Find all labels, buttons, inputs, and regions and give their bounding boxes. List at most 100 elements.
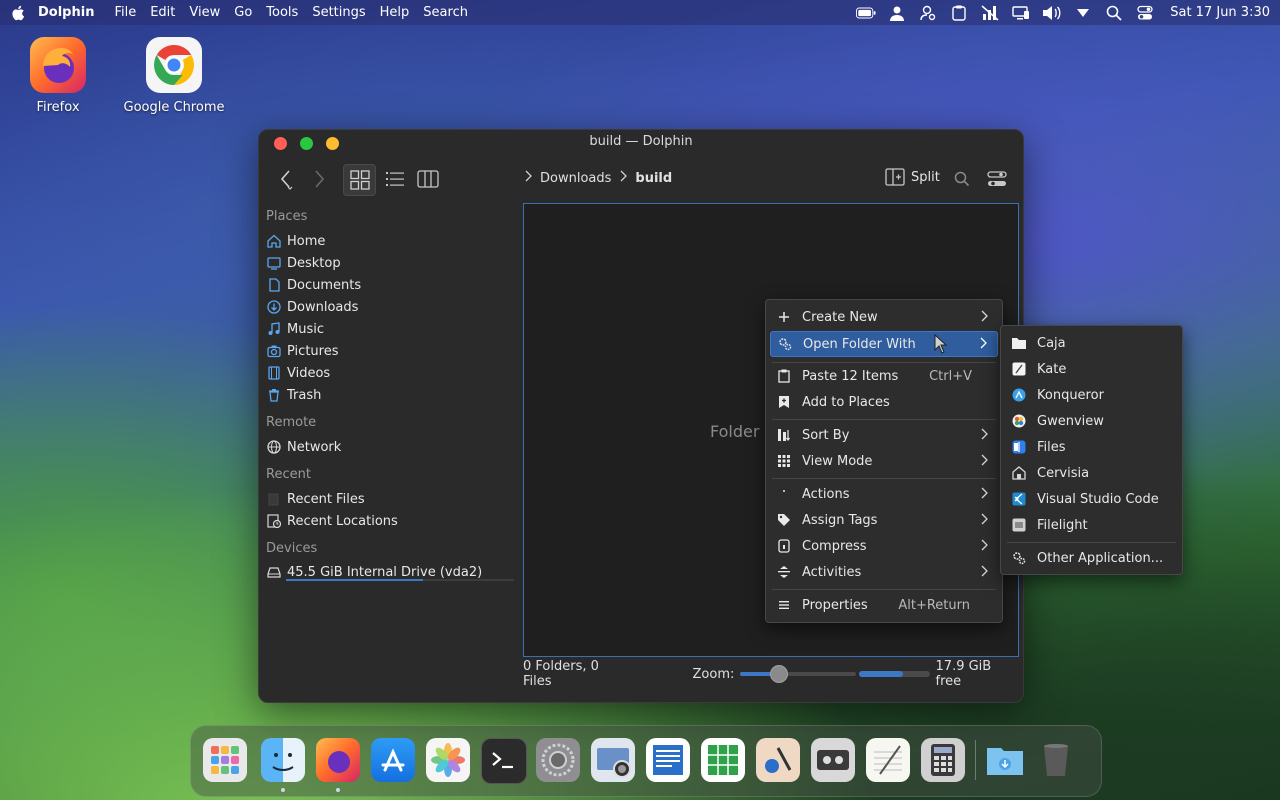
app-item-cervisia[interactable]: Cervisia xyxy=(1005,461,1178,485)
icons-view-button[interactable] xyxy=(343,164,376,196)
menu-tools[interactable]: Tools xyxy=(266,5,298,20)
split-button[interactable]: Split xyxy=(885,168,940,186)
columns-view-button[interactable] xyxy=(414,164,442,194)
menu-item-view-mode[interactable]: View Mode xyxy=(770,449,998,473)
back-button[interactable] xyxy=(273,164,301,194)
menu-item-create-new[interactable]: Create New xyxy=(770,305,998,329)
app-item-gwenview[interactable]: Gwenview xyxy=(1005,409,1178,433)
minimize-button[interactable] xyxy=(326,137,339,150)
breadcrumb-build[interactable]: build xyxy=(635,171,672,186)
sidebar-item-recent-locations[interactable]: Recent Locations xyxy=(267,511,398,531)
disk-space-bar xyxy=(858,671,930,677)
app-item-vscode[interactable]: Visual Studio Code xyxy=(1005,487,1178,511)
sidebar-item-downloads[interactable]: Downloads xyxy=(267,297,358,317)
dock-system-settings-icon[interactable] xyxy=(536,738,580,782)
menu-item-activities[interactable]: Activities xyxy=(770,560,998,584)
dock-screenshot-icon[interactable] xyxy=(591,738,635,782)
app-item-files[interactable]: Files xyxy=(1005,435,1178,459)
network-off-icon[interactable] xyxy=(980,4,1000,21)
app-item-label: Kate xyxy=(1037,361,1067,377)
window-title: build — Dolphin xyxy=(589,134,693,149)
dock-firefox-icon[interactable] xyxy=(316,738,360,782)
dock-finder-icon[interactable] xyxy=(261,738,305,782)
menu-item-actions[interactable]: Actions xyxy=(770,482,998,506)
view-mode-icon xyxy=(776,453,792,469)
menu-item-assign-tags[interactable]: Assign Tags xyxy=(770,508,998,532)
dock-text-editor-icon[interactable] xyxy=(866,738,910,782)
menu-item-paste[interactable]: Paste 12 Items Ctrl+V xyxy=(770,364,998,388)
menu-item-compress[interactable]: Compress xyxy=(770,534,998,558)
sidebar-item-label: Videos xyxy=(287,365,331,381)
control-center-icon[interactable] xyxy=(1135,5,1155,21)
zoom-slider[interactable] xyxy=(740,665,857,683)
menu-item-add-to-places[interactable]: Add to Places xyxy=(770,390,998,414)
menu-settings[interactable]: Settings xyxy=(312,5,365,20)
app-item-caja[interactable]: Caja xyxy=(1005,331,1178,355)
menu-item-label: Create New xyxy=(802,309,878,325)
menu-view[interactable]: View xyxy=(189,5,220,20)
forward-button[interactable] xyxy=(305,164,333,194)
chevron-right-icon xyxy=(980,309,988,327)
close-button[interactable] xyxy=(274,137,287,150)
gwenview-icon xyxy=(1011,413,1027,429)
dock xyxy=(190,725,1102,797)
dock-downloads-folder-icon[interactable] xyxy=(983,738,1027,782)
menu-item-open-folder-with[interactable]: Open Folder With xyxy=(770,331,998,357)
breadcrumb-downloads[interactable]: Downloads xyxy=(540,171,611,186)
menu-file[interactable]: File xyxy=(114,5,136,20)
user-settings-icon[interactable] xyxy=(918,5,938,21)
search-icon[interactable] xyxy=(1104,5,1124,21)
sidebar-item-videos[interactable]: Videos xyxy=(267,363,330,383)
sidebar-item-pictures[interactable]: Pictures xyxy=(267,341,338,361)
app-item-konqueror[interactable]: Konqueror xyxy=(1005,383,1178,407)
dropdown-arrow-icon[interactable] xyxy=(1073,5,1093,21)
apple-logo-icon[interactable] xyxy=(10,4,28,22)
menu-button[interactable] xyxy=(984,164,1010,194)
maximize-button[interactable] xyxy=(300,137,313,150)
desktop-icon-chrome[interactable]: Google Chrome xyxy=(119,36,229,115)
menu-item-label: View Mode xyxy=(802,453,873,469)
dock-calculator-icon[interactable] xyxy=(921,738,965,782)
menu-edit[interactable]: Edit xyxy=(150,5,175,20)
dock-terminal-icon[interactable] xyxy=(481,738,527,784)
dock-trash-icon[interactable] xyxy=(1034,738,1078,782)
menu-help[interactable]: Help xyxy=(380,5,410,20)
sidebar-item-label: Recent Files xyxy=(287,491,365,507)
window-titlebar[interactable]: build — Dolphin xyxy=(259,130,1023,156)
volume-icon[interactable] xyxy=(1042,5,1062,21)
zoom-slider-handle[interactable] xyxy=(770,665,789,683)
sidebar-item-network[interactable]: Network xyxy=(267,437,341,457)
app-item-kate[interactable]: Kate xyxy=(1005,357,1178,381)
menu-item-sort-by[interactable]: Sort By xyxy=(770,423,998,447)
sidebar-item-documents[interactable]: Documents xyxy=(267,275,361,295)
dock-writer-icon[interactable] xyxy=(646,738,690,782)
display-icon[interactable] xyxy=(1011,5,1031,21)
sidebar-item-trash[interactable]: Trash xyxy=(267,385,321,405)
dock-app-store-icon[interactable] xyxy=(371,738,415,782)
dock-draw-icon[interactable] xyxy=(756,738,800,782)
battery-icon[interactable] xyxy=(856,5,876,21)
dock-launchpad-icon[interactable] xyxy=(203,738,247,782)
clock[interactable]: Sat 17 Jun 3:30 xyxy=(1170,5,1270,20)
menu-item-properties[interactable]: Properties Alt+Return xyxy=(770,593,998,617)
dock-tape-icon[interactable] xyxy=(811,738,855,782)
sidebar-item-recent-files[interactable]: Recent Files xyxy=(267,489,365,509)
dock-calc-icon[interactable] xyxy=(701,738,745,782)
sidebar-item-music[interactable]: Music xyxy=(267,319,324,339)
sidebar-item-home[interactable]: Home xyxy=(267,231,325,251)
chevron-right-icon xyxy=(980,427,988,445)
sidebar-item-desktop[interactable]: Desktop xyxy=(267,253,341,273)
details-view-button[interactable] xyxy=(381,164,409,194)
search-button[interactable] xyxy=(949,164,975,194)
user-icon[interactable] xyxy=(887,5,907,21)
menu-search[interactable]: Search xyxy=(423,5,468,20)
app-menu-name[interactable]: Dolphin xyxy=(38,5,94,20)
menu-go[interactable]: Go xyxy=(234,5,252,20)
app-item-filelight[interactable]: Filelight xyxy=(1005,513,1178,537)
clipboard-icon[interactable] xyxy=(949,5,969,21)
desktop-icon-firefox[interactable]: Firefox xyxy=(3,36,113,115)
sidebar-item-label: Network xyxy=(287,439,342,455)
camera-icon xyxy=(267,344,281,358)
dock-photos-icon[interactable] xyxy=(426,738,470,782)
app-item-other-application[interactable]: Other Application... xyxy=(1005,546,1178,570)
